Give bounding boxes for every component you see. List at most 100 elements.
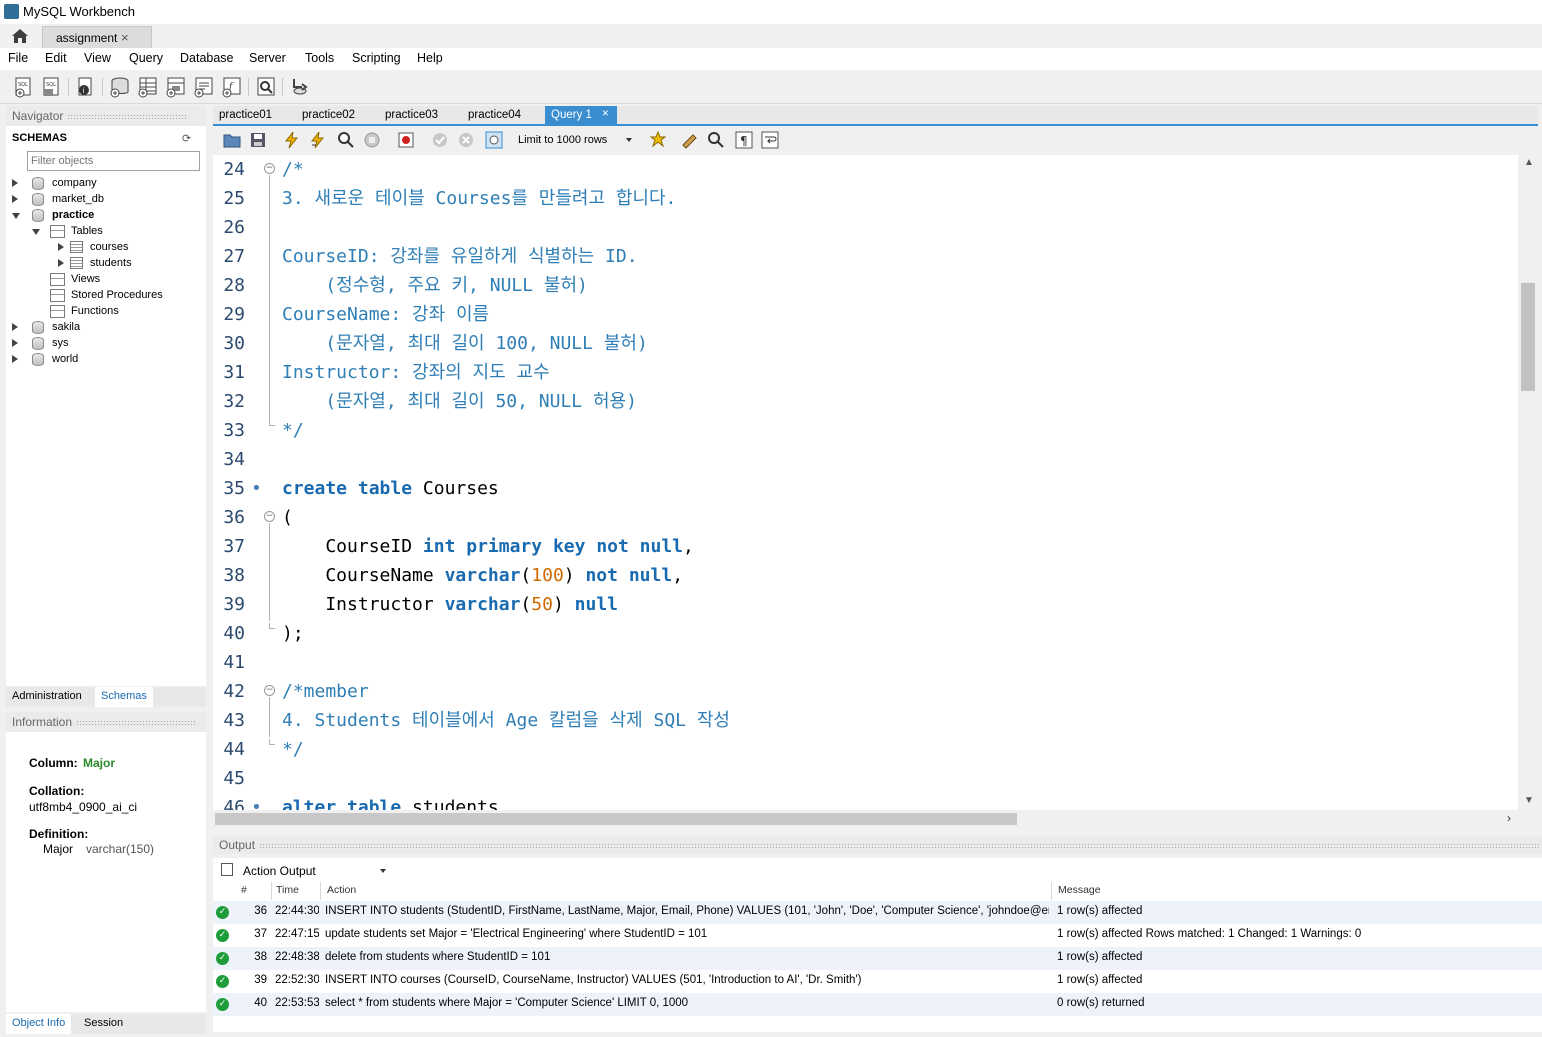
search-table-data-icon[interactable] <box>254 75 278 99</box>
code-line[interactable]: 26 <box>213 213 1513 242</box>
collapse-icon[interactable] <box>32 229 40 235</box>
expand-icon[interactable] <box>12 323 18 331</box>
limit-rows-select[interactable]: Limit to 1000 rows <box>518 131 638 149</box>
menu-view[interactable]: View <box>84 51 111 65</box>
code-line[interactable]: 42 /*member <box>213 677 1513 706</box>
close-icon[interactable]: × <box>602 108 609 120</box>
expand-icon[interactable] <box>12 355 18 363</box>
menu-tools[interactable]: Tools <box>305 51 334 65</box>
refresh-icon[interactable]: ⟳ <box>182 132 191 145</box>
code-line[interactable]: 37 CourseID int primary key not null, <box>213 532 1513 561</box>
expand-icon[interactable] <box>58 259 64 267</box>
code-line[interactable]: 27 CourseID: 강좌를 유일하게 식별하는 ID. <box>213 242 1513 271</box>
schema-inspector-icon[interactable]: i <box>74 75 98 99</box>
code-line[interactable]: 34 <box>213 445 1513 474</box>
output-row[interactable]: ✓ 36 22:44:30 INSERT INTO students (Student… <box>213 901 1542 924</box>
menu-help[interactable]: Help <box>417 51 443 65</box>
code-line[interactable]: 28 (정수형, 주요 키, NULL 불허) <box>213 271 1513 300</box>
close-icon[interactable]: × <box>121 30 129 45</box>
create-function-icon[interactable]: f <box>220 75 244 99</box>
expand-icon[interactable] <box>12 339 18 347</box>
expand-icon[interactable] <box>12 195 18 203</box>
editor-horizontal-scrollbar[interactable]: › <box>213 810 1518 828</box>
filter-objects-input[interactable] <box>27 151 200 171</box>
code-line[interactable]: 32 (문자열, 최대 길이 50, NULL 허용) <box>213 387 1513 416</box>
editor-vertical-scrollbar[interactable]: ▲ ▼ <box>1518 155 1538 810</box>
code-line[interactable]: 24 /* <box>213 155 1513 184</box>
rollback-icon[interactable] <box>457 131 475 149</box>
invisible-chars-icon[interactable]: ¶ <box>735 131 753 149</box>
code-line[interactable]: 35 • create table Courses <box>213 474 1513 503</box>
home-icon[interactable] <box>10 27 30 45</box>
code-line[interactable]: 40); <box>213 619 1513 648</box>
menu-file[interactable]: File <box>8 51 28 65</box>
code-line[interactable]: 31 Instructor: 강좌의 지도 교수 <box>213 358 1513 387</box>
find-icon[interactable] <box>707 131 725 149</box>
output-type-select[interactable]: Action Output <box>239 860 389 880</box>
code-line[interactable]: 25 3. 새로운 테이블 Courses를 만들려고 합니다. <box>213 184 1513 213</box>
output-row[interactable]: ✓ 38 22:48:38 delete from students where St… <box>213 947 1542 970</box>
create-table-icon[interactable] <box>136 75 160 99</box>
expand-icon[interactable] <box>12 179 18 187</box>
expand-icon[interactable] <box>58 243 64 251</box>
menu-database[interactable]: Database <box>180 51 234 65</box>
code-line[interactable]: 30 (문자열, 최대 길이 100, NULL 불허) <box>213 329 1513 358</box>
copy-icon[interactable] <box>221 863 233 876</box>
save-icon[interactable] <box>249 131 267 149</box>
tab-practice03[interactable]: practice03 <box>379 106 444 124</box>
create-view-icon[interactable] <box>164 75 188 99</box>
create-procedure-icon[interactable] <box>192 75 216 99</box>
tab-schemas[interactable]: Schemas <box>95 687 153 707</box>
code-line[interactable]: 36 ( <box>213 503 1513 532</box>
tab-administration[interactable]: Administration <box>6 687 88 707</box>
output-row[interactable]: ✓ 37 22:47:15 update students set Major = '… <box>213 924 1542 947</box>
scroll-up-icon[interactable]: ▲ <box>1524 157 1534 168</box>
collapse-icon[interactable] <box>12 213 20 219</box>
create-schema-icon[interactable] <box>108 75 132 99</box>
scrollbar-thumb[interactable] <box>1521 283 1535 391</box>
code-line[interactable]: 43 4. Students 테이블에서 Age 칼럼을 삭제 SQL 작성 <box>213 706 1513 735</box>
fold-toggle-icon[interactable]: − <box>264 163 275 174</box>
connection-tab-assignment[interactable]: assignment × <box>42 26 152 48</box>
autocommit-toggle-icon[interactable] <box>485 131 503 149</box>
code-line[interactable]: 38 CourseName varchar(100) not null, <box>213 561 1513 590</box>
code-line[interactable]: 41 <box>213 648 1513 677</box>
code-line[interactable]: 44 */ <box>213 735 1513 764</box>
code-line[interactable]: 45 <box>213 764 1513 793</box>
code-line[interactable]: 46 • alter table students <box>213 793 1513 810</box>
fold-toggle-icon[interactable]: − <box>264 511 275 522</box>
tab-query-1[interactable]: Query 1 × <box>545 106 617 124</box>
tab-practice02[interactable]: practice02 <box>296 106 361 124</box>
toggle-error-icon[interactable] <box>397 131 415 149</box>
commit-icon[interactable] <box>431 131 449 149</box>
tab-object-info[interactable]: Object Info <box>6 1014 72 1034</box>
beautify-icon[interactable] <box>681 131 699 149</box>
menu-edit[interactable]: Edit <box>45 51 67 65</box>
code-line[interactable]: 39 Instructor varchar(50) null <box>213 590 1513 619</box>
scrollbar-thumb[interactable] <box>215 813 1017 825</box>
open-sql-script-icon[interactable]: SQL <box>40 75 64 99</box>
scroll-down-icon[interactable]: ▼ <box>1524 795 1534 806</box>
code-line[interactable]: 33 */ <box>213 416 1513 445</box>
tab-practice01[interactable]: practice01 <box>213 106 278 124</box>
execute-icon[interactable] <box>283 131 301 149</box>
open-folder-icon[interactable] <box>223 131 241 149</box>
scroll-right-icon[interactable]: › <box>1507 811 1511 825</box>
output-row[interactable]: ✓ 39 22:52:30 INSERT INTO courses (CourseID… <box>213 970 1542 993</box>
explain-icon[interactable] <box>337 131 355 149</box>
sql-code-editor[interactable]: 24 /* 25 3. 새로운 테이블 Courses를 만들려고 합니다. 26 27 C… <box>213 155 1538 810</box>
new-sql-tab-icon[interactable]: SQL <box>12 75 36 99</box>
menu-scripting[interactable]: Scripting <box>352 51 401 65</box>
stop-icon[interactable] <box>363 131 381 149</box>
menu-query[interactable]: Query <box>129 51 163 65</box>
add-snippet-icon[interactable] <box>649 131 667 149</box>
tab-session[interactable]: Session <box>78 1014 129 1034</box>
word-wrap-icon[interactable] <box>761 131 779 149</box>
fold-toggle-icon[interactable]: − <box>264 685 275 696</box>
output-row[interactable]: ✓ 40 22:53:53 select * from students where … <box>213 993 1542 1016</box>
reconnect-icon[interactable] <box>288 75 312 99</box>
menu-server[interactable]: Server <box>249 51 286 65</box>
execute-statement-icon[interactable] <box>309 131 327 149</box>
tab-practice04[interactable]: practice04 <box>462 106 527 124</box>
code-line[interactable]: 29 CourseName: 강좌 이름 <box>213 300 1513 329</box>
